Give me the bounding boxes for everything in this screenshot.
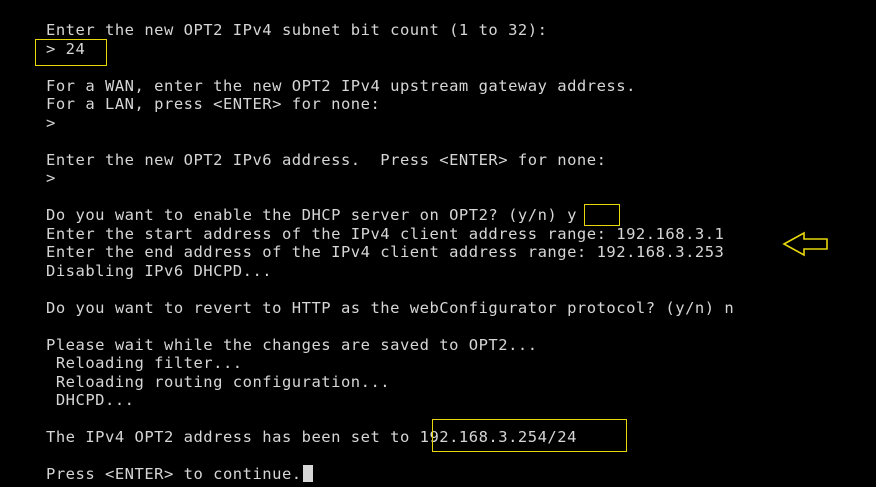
terminal-line: Disabling IPv6 DHCPD...	[46, 261, 273, 280]
terminal-line: Enter the new OPT2 IPv6 address. Press <…	[46, 150, 607, 169]
highlight-dhcp-answer-box	[584, 204, 620, 226]
terminal-line: For a LAN, press <ENTER> for none:	[46, 95, 381, 113]
terminal-line: Do you want to revert to HTTP as the web…	[46, 298, 735, 317]
continue-prompt: Press <ENTER> to continue.	[46, 465, 302, 483]
terminal-line: Enter the new OPT2 IPv4 subnet bit count…	[46, 21, 548, 39]
terminal-line: Enter the end address of the IPv4 client…	[46, 243, 725, 261]
terminal-line: Reloading routing configuration...	[46, 372, 391, 391]
highlight-subnet-box	[35, 39, 107, 66]
terminal-line: Reloading filter...	[46, 354, 243, 372]
left-arrow-icon	[782, 231, 828, 257]
terminal-line: > 24	[46, 39, 86, 58]
terminal-line: >	[46, 113, 56, 132]
terminal-line: Enter the start address of the IPv4 clie…	[46, 224, 725, 243]
terminal-line: Do you want to enable the DHCP server on…	[46, 206, 577, 224]
highlight-address-box	[432, 419, 627, 452]
terminal-line: Please wait while the changes are saved …	[46, 335, 538, 354]
text-cursor	[302, 465, 313, 482]
terminal-output: Enter the new OPT2 IPv4 subnet bit count…	[46, 21, 866, 484]
terminal-line: For a WAN, enter the new OPT2 IPv4 upstr…	[46, 76, 636, 95]
prompt-line[interactable]: Press <ENTER> to continue.	[46, 465, 866, 484]
terminal-line: >	[46, 169, 56, 187]
terminal-line: DHCPD...	[46, 391, 135, 409]
